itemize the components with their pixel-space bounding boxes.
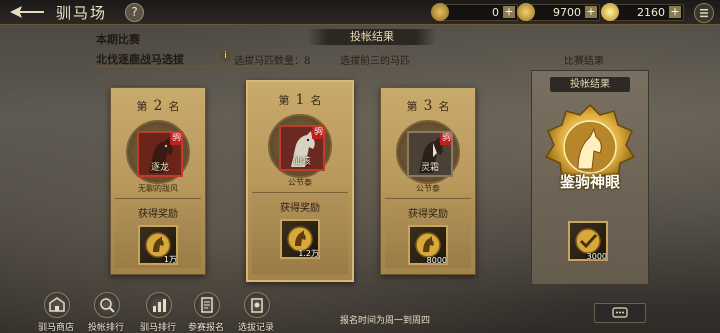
back-button[interactable] [8, 4, 46, 20]
event-name: 北伐逐鹿战马选拔 [96, 53, 184, 66]
match-result-label: 比赛结果 [564, 56, 604, 67]
card-bottom: 获得奖励 1万 [115, 198, 201, 268]
reward-value: 1.2万 [298, 249, 319, 258]
page-title: 驯马场 [56, 4, 108, 22]
horse-tag: 驹 [440, 133, 451, 145]
owner-name: 无聊的跋风 [138, 184, 178, 193]
back-arrow-icon [10, 6, 44, 18]
owner-name: 公节泰 [288, 178, 312, 187]
nav-horse-ranking[interactable]: 驯马排行 [132, 292, 184, 333]
rank-label: 第1名 [278, 92, 322, 108]
menu-button[interactable] [694, 3, 714, 23]
nav-label: 参赛报名 [187, 323, 224, 333]
chat-button[interactable] [594, 303, 646, 323]
horse-count: 选拔马匹数量：8 [234, 56, 311, 67]
card-bottom: 获得奖励 8000 [385, 198, 471, 268]
resource-scroll: 0 + [431, 3, 518, 21]
nav-register[interactable]: 参赛报名 [180, 292, 232, 333]
horse-frame: 驹 灵霜 [407, 131, 453, 177]
panel-reward-item[interactable]: 3000 [568, 221, 608, 261]
period-label: 本期比赛 [96, 33, 140, 46]
add-coin-button[interactable]: + [585, 6, 597, 18]
scroll-icon [431, 3, 449, 21]
nav-label: 选拔记录 [237, 323, 274, 333]
info-icon[interactable]: i [220, 51, 231, 62]
owner-name: 公节泰 [416, 184, 440, 193]
reward-item[interactable]: 1万 [138, 225, 178, 265]
add-gold-button[interactable]: + [669, 6, 681, 18]
horse-name: 仙咳 [292, 157, 311, 167]
resource-coin-value: 9700 [553, 6, 581, 19]
pick-description: 选拔前三的马匹 [340, 56, 410, 67]
panel-title: 投帐结果 [550, 77, 630, 92]
card-top: 第2名 驹 逐龙 无聊的跋风 [111, 88, 205, 193]
card-top: 第1名 驹 仙咳 公节泰 [248, 82, 352, 187]
magnifier-icon [94, 292, 120, 318]
reward-item[interactable]: 8000 [408, 225, 448, 265]
nav-bet-ranking[interactable]: 投帐排行 [80, 292, 132, 333]
horse-portrait: 驹 仙咳 [268, 114, 332, 178]
coin-icon [517, 3, 535, 21]
rank-card-2[interactable]: 第2名 驹 逐龙 无聊的跋风 获得奖励 1万 [110, 87, 206, 275]
resource-coin: 9700 + [517, 3, 600, 21]
panel-reward-value: 3000 [586, 252, 607, 261]
menu-icon [700, 9, 708, 18]
resource-gold: 2160 + [601, 3, 684, 21]
nav-label: 驯马商店 [37, 323, 74, 333]
card-top: 第3名 驹 灵霜 公节泰 [381, 88, 475, 193]
nav-horse-shop[interactable]: 驯马商店 [30, 292, 82, 333]
chat-bubble-icon [612, 307, 628, 318]
reward-value: 8000 [426, 256, 447, 265]
horse-portrait: 驹 逐龙 [126, 120, 190, 184]
add-scroll-button[interactable]: + [503, 6, 515, 18]
resource-gold-value: 2160 [637, 6, 665, 19]
reward-label: 获得奖励 [138, 209, 178, 220]
horse-frame: 驹 仙咳 [279, 125, 325, 171]
rank-card-1[interactable]: 第1名 驹 仙咳 公节泰 获得奖励 1.2万 [246, 80, 354, 282]
shop-icon [44, 292, 70, 318]
nav-selection-record[interactable]: 选拔记录 [230, 292, 282, 333]
card-bottom: 获得奖励 1.2万 [252, 192, 348, 274]
reward-value: 1万 [163, 255, 177, 264]
register-icon [194, 292, 220, 318]
reward-item[interactable]: 1.2万 [280, 219, 320, 259]
registration-notice: 报名时间为周一到周四 [340, 316, 431, 326]
horse-tag: 驹 [170, 133, 181, 145]
gold-ingot-icon [601, 3, 619, 21]
horse-portrait: 驹 灵霜 [396, 120, 460, 184]
bar-chart-icon [146, 292, 172, 318]
rank-card-3[interactable]: 第3名 驹 灵霜 公节泰 获得奖励 8000 [380, 87, 476, 275]
horse-tag: 驹 [312, 127, 323, 139]
bet-result-panel: 投帐结果 鉴驹神眼 3000 [531, 70, 649, 285]
horse-name: 灵霜 [420, 163, 439, 173]
reward-label: 获得奖励 [408, 209, 448, 220]
divider [94, 66, 534, 67]
record-icon [244, 292, 270, 318]
horse-name: 逐龙 [150, 163, 169, 173]
rank-label: 第3名 [406, 98, 450, 114]
rank-label: 第2名 [136, 98, 180, 114]
nav-label: 驯马排行 [139, 323, 176, 333]
result-banner: 投帐结果 [308, 29, 436, 45]
reward-label: 获得奖励 [280, 203, 320, 214]
help-button[interactable]: ? [125, 3, 144, 22]
nav-label: 投帐排行 [87, 323, 124, 333]
horse-frame: 驹 逐龙 [137, 131, 183, 177]
medal-title: 鉴驹神眼 [559, 173, 620, 191]
top-bar: 驯马场 ? 0 + 9700 + 2160 + [0, 0, 720, 25]
resource-scroll-value: 0 [492, 6, 499, 19]
